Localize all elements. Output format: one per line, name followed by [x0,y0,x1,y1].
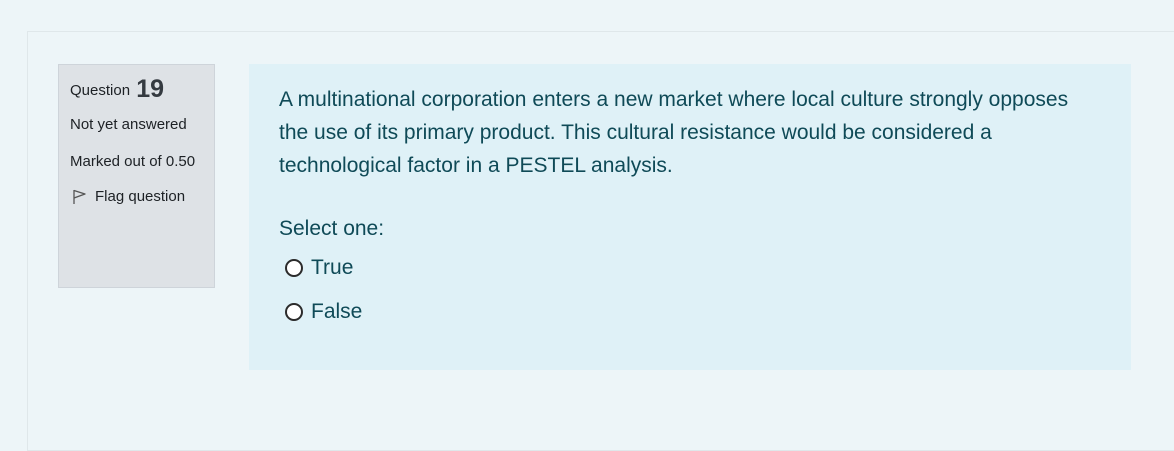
question-text: A multinational corporation enters a new… [279,88,1069,177]
answer-option-false[interactable]: False [285,300,1101,324]
option-label-true: True [311,256,354,279]
question-content: A multinational corporation enters a new… [249,64,1131,370]
flag-icon [71,188,88,205]
question-heading: Question 19 [70,75,203,105]
question-number: 19 [136,75,165,103]
flag-question-link[interactable]: Flag question [70,188,203,205]
question-info: Question 19 Not yet answered Marked out … [58,64,215,288]
answer-prompt: Select one: [279,217,385,240]
question-grade: Marked out of 0.50 [70,153,196,170]
question-label: Question [70,82,131,99]
question-state: Not yet answered [70,116,187,133]
option-label-false: False [311,300,363,323]
radio-false[interactable] [285,303,303,321]
flag-question-label: Flag question [95,188,186,205]
answer-option-true[interactable]: True [285,256,1101,280]
radio-true[interactable] [285,259,303,277]
